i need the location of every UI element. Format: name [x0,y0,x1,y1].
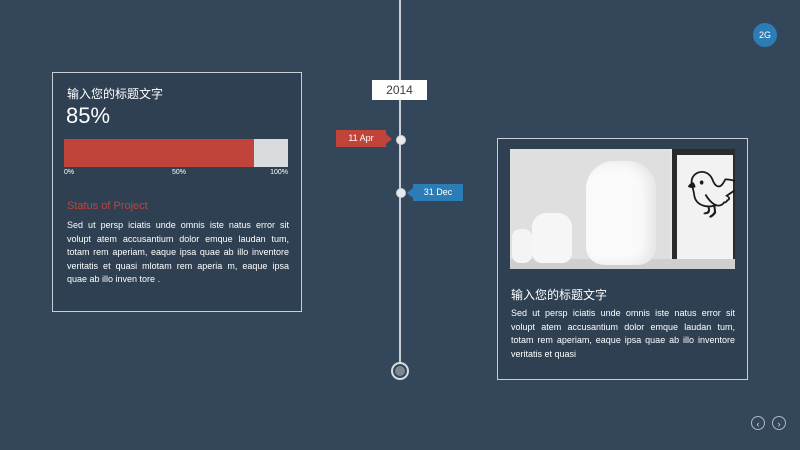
large-vase [586,161,656,265]
chevron-right-icon: › [777,419,781,429]
image-card: 🐦︎ 输入您的标题文字 Sed ut persp iciatis unde om… [497,138,748,380]
scale-label-100: 100% [270,169,288,176]
card-body-text: Sed ut persp iciatis unde omnis iste nat… [67,220,289,284]
card-body-text: Sed ut persp iciatis unde omnis iste nat… [511,308,735,359]
timeline-tag-apr: 11 Apr [336,130,392,147]
previous-slide-button[interactable]: ‹ [751,416,765,430]
timeline-end-circle [391,362,409,380]
medium-vase [532,213,572,263]
progress-percent: 85% [66,103,111,128]
page-number-badge: 2G [753,23,777,47]
timeline-tag-dec: 31 Dec [407,184,463,201]
card-title: 输入您的标题文字 [67,87,164,101]
timeline-year-label: 2014 [372,80,427,100]
next-slide-button[interactable]: › [772,416,786,430]
chevron-left-icon: ‹ [756,419,760,429]
slide-canvas: 2G 2014 11 Apr 31 Dec 输入您的标题文字 85% 0% 50… [0,0,800,450]
status-title: Status of Project [67,200,148,212]
project-status-card: 输入您的标题文字 85% 0% 50% 100% Status of Proje… [52,72,302,312]
small-vase [512,229,532,263]
scale-label-50: 50% [172,169,187,176]
scale-label-0: 0% [64,169,75,176]
timeline-dot-apr [396,135,406,145]
crow-icon: 🐦︎ [686,168,735,220]
progress-scale: 0% 50% 100% [64,169,288,179]
vases-photo: 🐦︎ [510,149,735,269]
progress-bar-fill [64,139,255,167]
timeline-line [399,0,401,372]
timeline-dot-dec [396,188,406,198]
progress-bar [64,139,288,167]
card-title: 输入您的标题文字 [511,288,608,302]
